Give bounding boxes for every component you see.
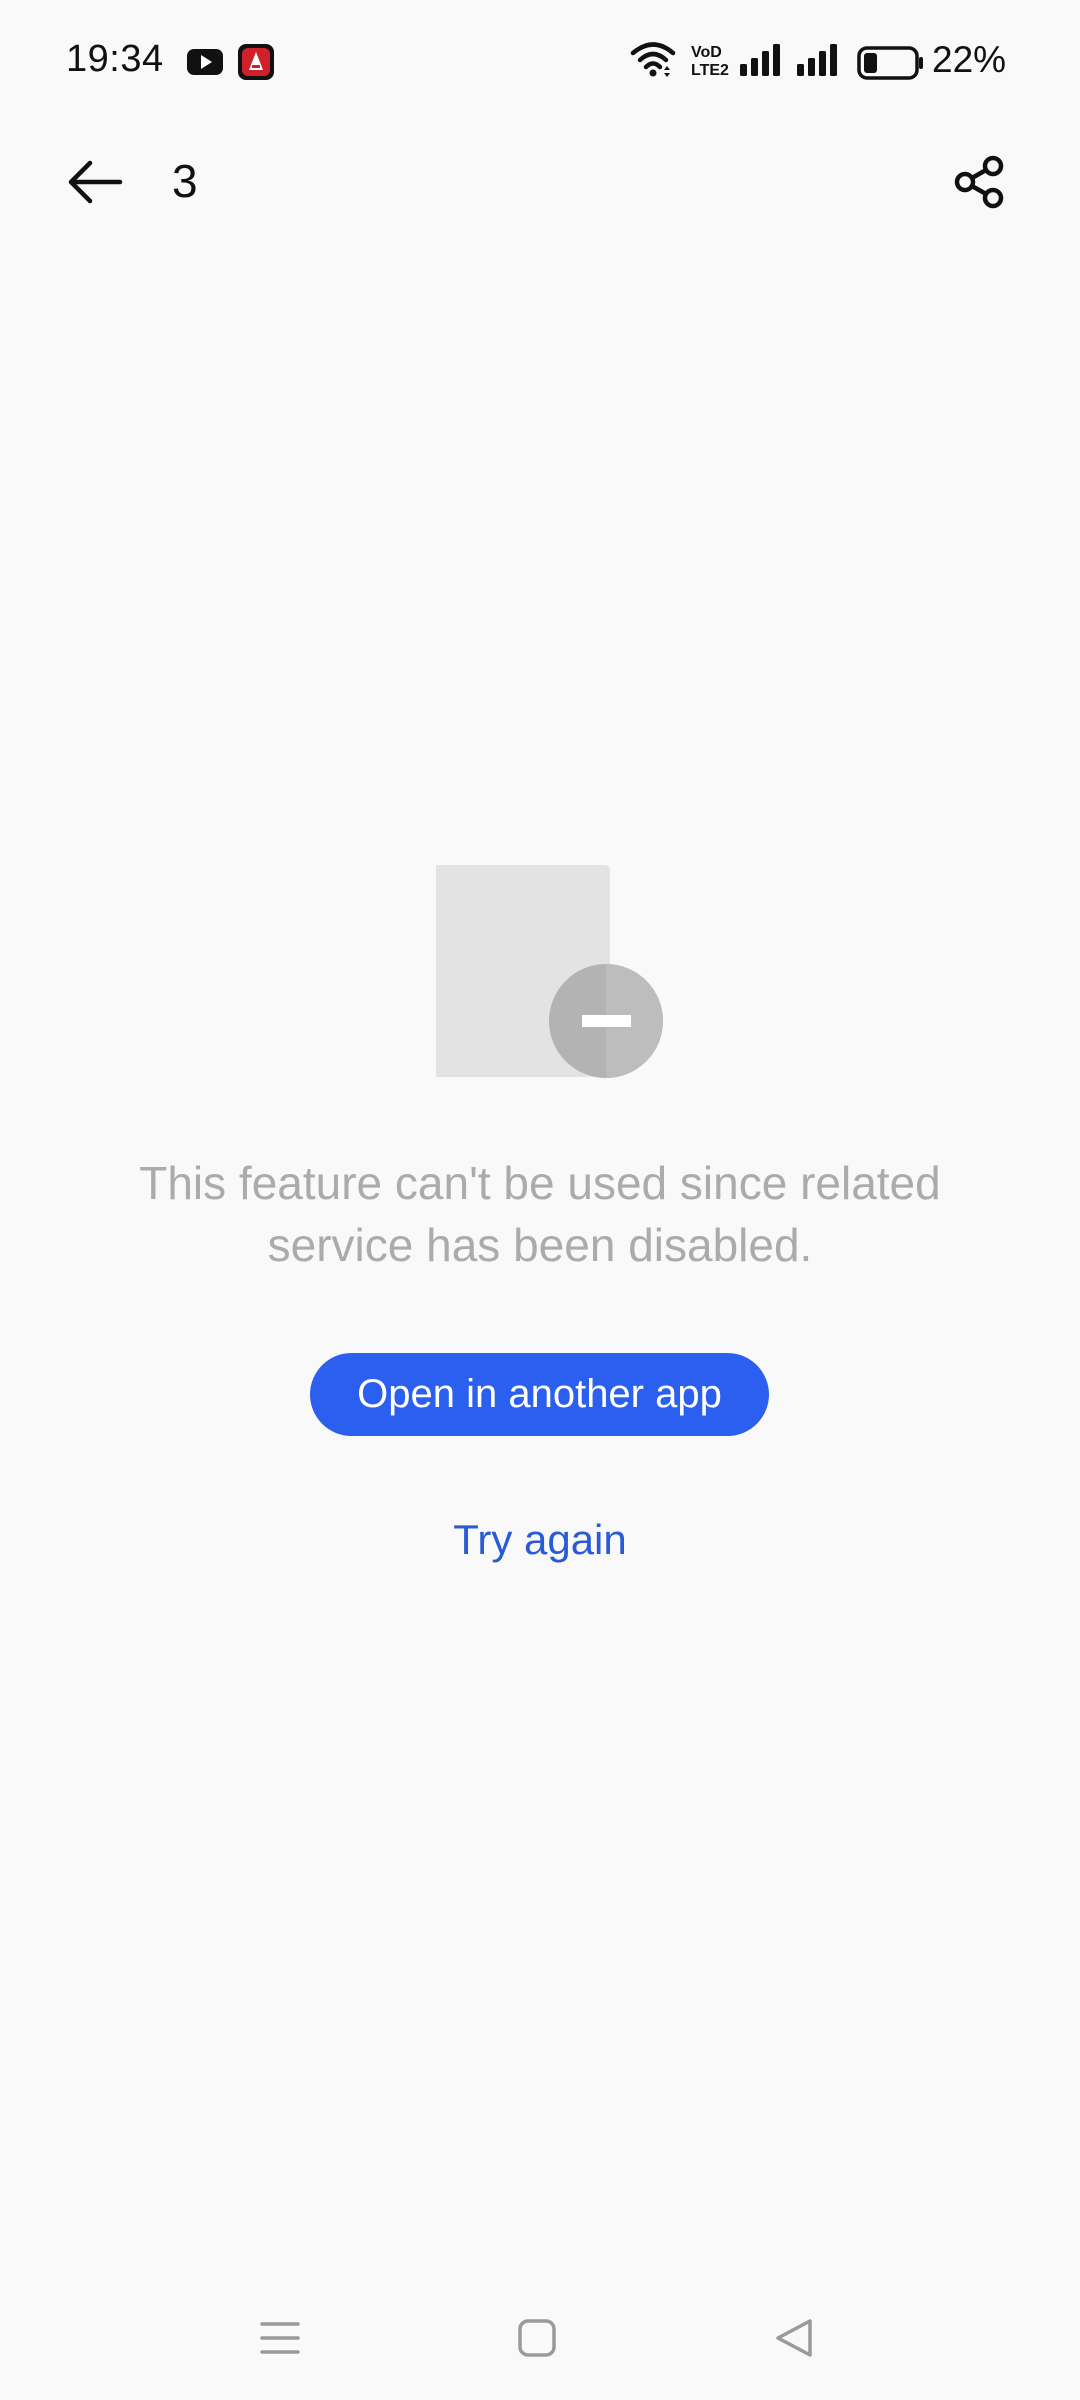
back-nav-button[interactable]	[754, 2300, 834, 2380]
battery-icon	[857, 46, 925, 85]
youtube-icon	[186, 43, 224, 86]
document-disabled-icon	[430, 865, 670, 1085]
back-button[interactable]	[50, 144, 140, 224]
arrow-left-icon	[66, 160, 124, 209]
recents-button[interactable]	[240, 2300, 320, 2380]
toolbar: 3	[0, 124, 1080, 244]
svg-text:LTE2: LTE2	[691, 62, 729, 78]
menu-icon	[258, 2318, 302, 2363]
signal-icon	[740, 44, 784, 81]
home-button[interactable]	[497, 2300, 577, 2380]
status-time: 19:34	[66, 38, 164, 80]
share-button[interactable]	[935, 144, 1025, 224]
status-bar: 19:34 VoD LTE2 22%	[0, 0, 1080, 124]
volte-icon: VoD LTE2	[689, 42, 729, 83]
svg-text:VoD: VoD	[691, 44, 722, 61]
wifi-icon	[630, 40, 676, 85]
app-notification-icon	[237, 43, 275, 86]
page-title: 3	[172, 155, 198, 207]
signal-icon	[797, 44, 841, 81]
battery-percent: 22%	[932, 39, 1007, 80]
empty-state-message: This feature can't be used since related…	[139, 1157, 941, 1271]
back-triangle-icon	[772, 2316, 816, 2365]
home-icon	[516, 2317, 558, 2364]
open-in-another-app-button[interactable]: Open in another app	[310, 1353, 769, 1436]
share-icon	[952, 154, 1008, 215]
try-again-button[interactable]: Try again	[390, 1508, 690, 1572]
navigation-bar	[0, 2280, 1080, 2400]
